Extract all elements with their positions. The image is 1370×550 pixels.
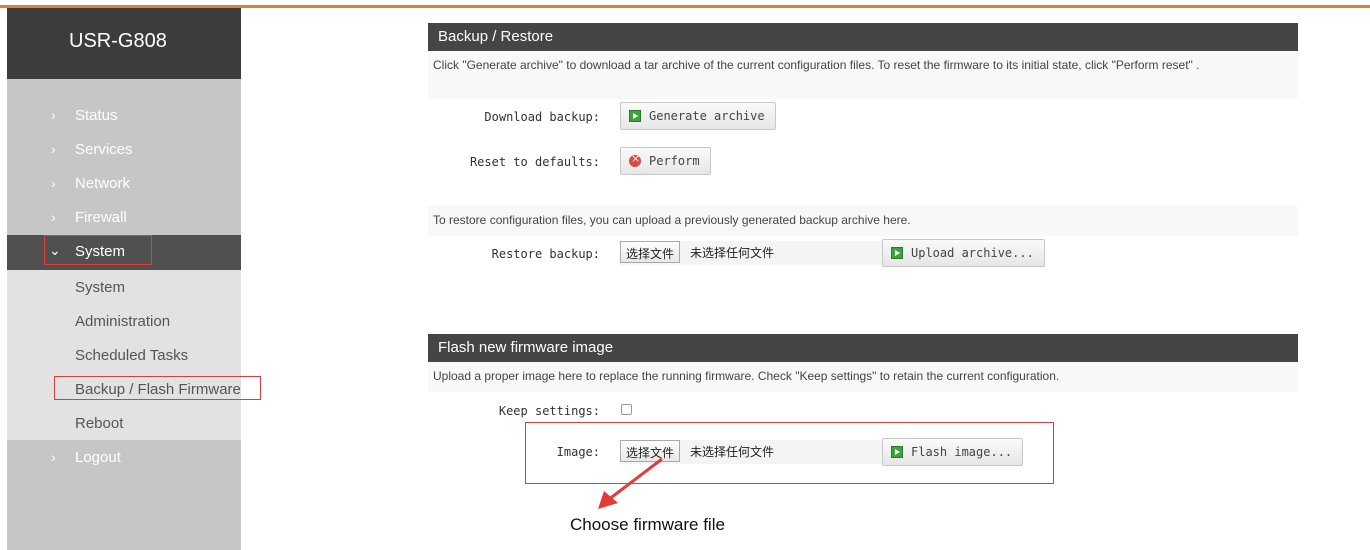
play-icon [629,110,641,122]
nav-item-label: Firewall [75,209,127,226]
sub-item-reboot[interactable]: Reboot [7,407,241,441]
sub-item-label: Administration [75,313,171,330]
sub-item-administration[interactable]: Administration [7,305,241,339]
nav-item-network[interactable]: › Network [7,167,241,201]
flash-image-label: Flash image... [911,445,1013,459]
stop-icon [629,152,641,167]
nav-item-label: Logout [75,449,121,466]
keep-settings-label: Keep settings: [498,404,600,418]
generate-archive-label: Generate archive [649,109,765,123]
sub-item-label: Scheduled Tasks [75,347,189,364]
annotation-arrow-icon [598,457,663,509]
play-icon [891,446,903,458]
keep-settings-checkbox[interactable] [621,404,632,415]
nav-item-label: Status [75,107,118,124]
highlight-box-system [44,235,152,265]
restore-description: To restore configuration files, you can … [428,206,1298,236]
flash-description: Upload a proper image here to replace th… [428,362,1298,392]
download-backup-label: Download backup: [484,110,600,124]
no-file-text: 未选择任何文件 [690,246,775,260]
nav-item-label: Network [75,175,131,192]
chevron-right-icon: › [51,449,56,465]
nav-item-logout[interactable]: › Logout [7,441,241,475]
restore-file-input[interactable]: 选择文件 未选择任何文件 [620,241,882,265]
perform-reset-button[interactable]: Perform [620,147,711,175]
nav-item-label: Services [75,141,133,158]
choose-file-button[interactable]: 选择文件 [620,241,681,263]
annotation-text: Choose firmware file [570,515,725,534]
brand-title: USR-G808 [7,8,241,79]
sub-item-label: Reboot [75,415,124,432]
upload-archive-button[interactable]: Upload archive... [882,239,1045,267]
highlight-box-backup-flash [54,376,261,400]
chevron-right-icon: › [51,141,56,157]
reset-defaults-label: Reset to defaults: [469,155,600,169]
nav-item-status[interactable]: › Status [7,99,241,133]
chevron-right-icon: › [51,209,56,225]
chevron-right-icon: › [51,175,56,191]
sub-item-scheduled-tasks[interactable]: Scheduled Tasks [7,339,241,373]
flash-image-button[interactable]: Flash image... [882,438,1024,466]
sub-item-label: System [75,279,126,296]
nav-item-firewall[interactable]: › Firewall [7,201,241,235]
upload-archive-label: Upload archive... [911,246,1034,260]
generate-archive-button[interactable]: Generate archive [620,102,776,130]
image-label: Image: [556,445,600,459]
sub-item-system[interactable]: System [7,271,241,305]
no-file-text: 未选择任何文件 [690,445,775,459]
perform-label: Perform [649,154,700,168]
chevron-right-icon: › [51,107,56,123]
section-header-flash: Flash new firmware image [428,334,1298,362]
restore-backup-label: Restore backup: [491,247,600,261]
play-icon [891,247,903,259]
nav-item-services[interactable]: › Services [7,133,241,167]
section-header-backup: Backup / Restore [428,23,1298,51]
backup-description: Click "Generate archive" to download a t… [428,51,1298,99]
sidebar: USR-G808 › Status › Services › Network ›… [7,8,241,550]
